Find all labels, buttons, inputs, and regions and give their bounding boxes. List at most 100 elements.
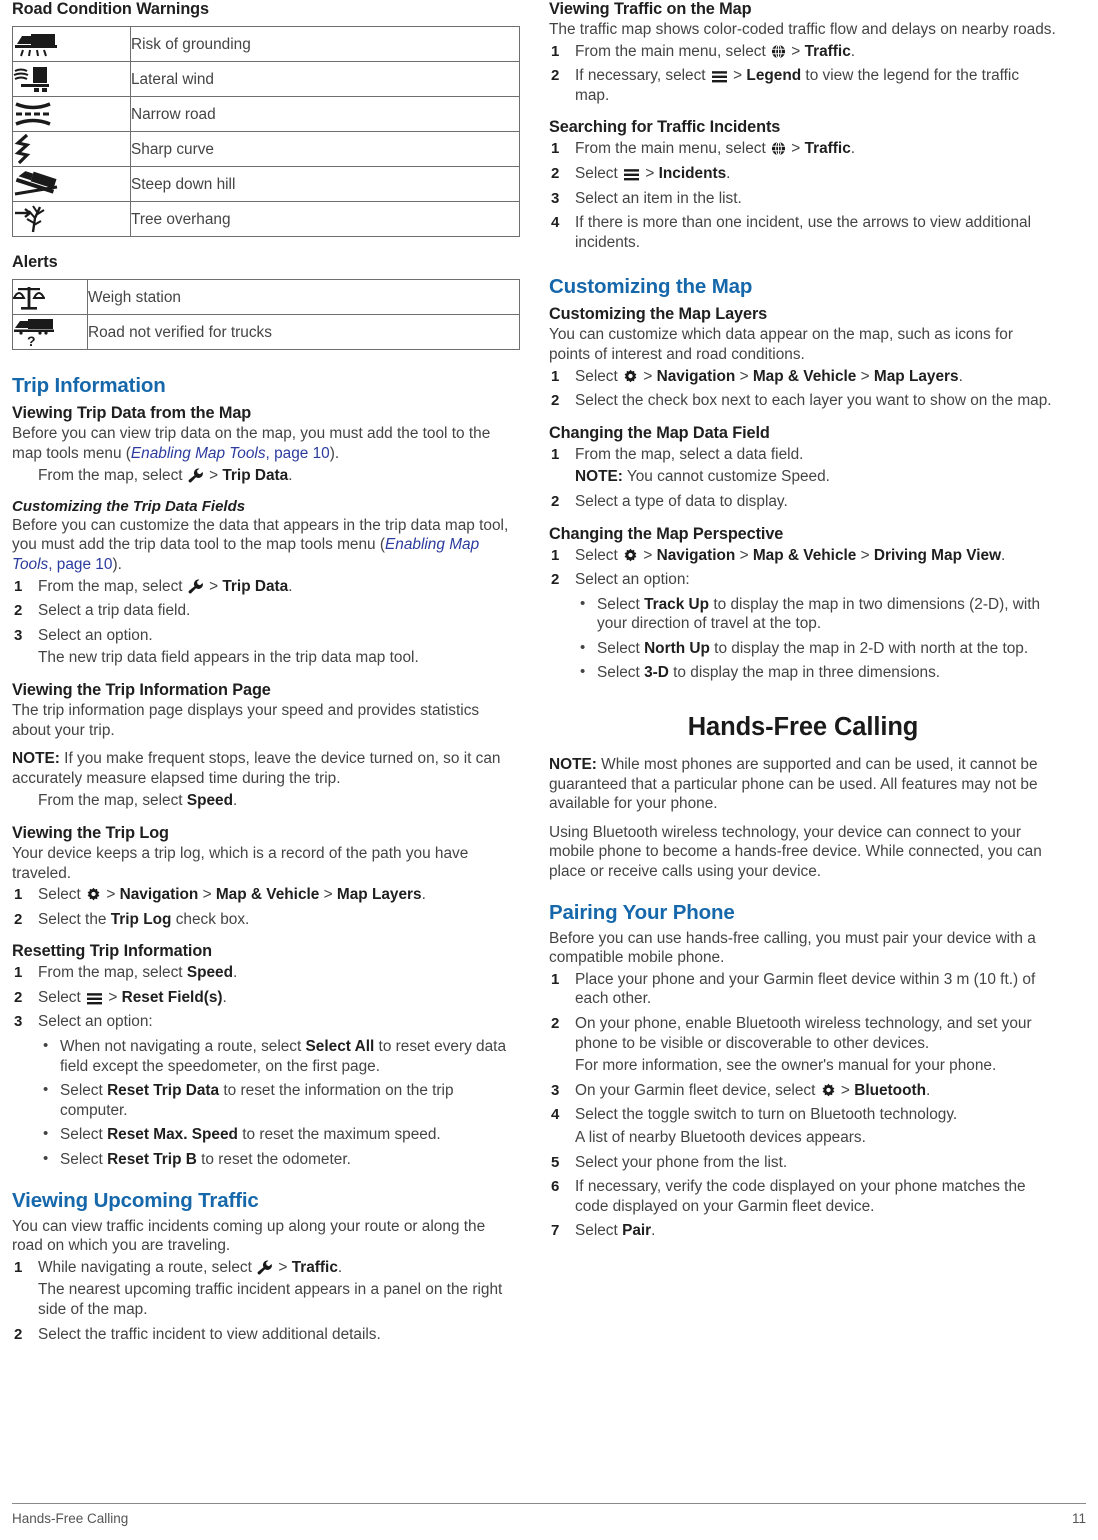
list-item: 2 On your phone, enable Bluetooth wireles… — [549, 1014, 1057, 1076]
steps-resetting-trip-information: 1 From the map, select Speed. 2 Select > R… — [12, 963, 520, 1169]
steps-changing-map-perspective: 1 Select > Navigation > Map & Vehicle > D… — [549, 546, 1057, 684]
text: ). — [112, 555, 122, 573]
table-row: Weigh station — [12, 279, 520, 315]
heading-viewing-upcoming-traffic: Viewing Upcoming Traffic — [12, 1188, 259, 1212]
text: . — [1001, 546, 1006, 564]
note-hands-free-calling: NOTE: While most phones are supported an… — [549, 755, 1057, 814]
menu-item-label: Track Up — [644, 595, 710, 613]
menu-item-label: Map & Vehicle — [215, 886, 320, 904]
note-label: NOTE: — [12, 750, 60, 768]
wrench-icon — [188, 468, 204, 483]
hamburger-icon — [711, 70, 728, 83]
note-label: NOTE: — [575, 468, 623, 486]
action-viewing-trip-data: From the map, select > Trip Data. — [38, 466, 520, 486]
manual-page: Road Condition Warnings Risk of groundin… — [0, 0, 1098, 1540]
menu-item-label: Reset Field(s) — [121, 988, 223, 1006]
text: > — [198, 886, 216, 904]
text: > — [836, 1081, 855, 1099]
heading-viewing-traffic-on-map: Viewing Traffic on the Map — [549, 0, 752, 18]
text: From the map, select — [38, 792, 187, 810]
table-row: Narrow road — [12, 96, 520, 132]
list-item: 1 Select > Navigation > Map & Vehicle > M… — [12, 885, 520, 905]
text: . — [726, 164, 731, 182]
text: > — [735, 367, 753, 385]
text: If necessary, select — [575, 67, 710, 85]
footer-page-number: 11 — [1071, 1511, 1086, 1526]
step-number: 1 — [551, 546, 560, 564]
bullet-dot: • — [43, 1037, 49, 1055]
heading-viewing-trip-information-page: Viewing the Trip Information Page — [12, 680, 271, 699]
step-number: 5 — [551, 1153, 560, 1171]
text: From the map, select — [38, 467, 187, 485]
text: From the map, select a data field. — [575, 445, 804, 463]
list-item: 1 From the main menu, select > Traffic. — [549, 139, 1057, 159]
road-condition-warnings-table: Risk of grounding Lateral wind Narrow ro… — [12, 26, 520, 237]
menu-item-label: Driving Map View — [873, 546, 1002, 564]
text: Select an option: — [38, 1013, 153, 1031]
cross-reference-page[interactable]: page 10 — [57, 556, 113, 573]
list-item: 1 From the map, select > Trip Data. — [12, 577, 520, 597]
list-item: 1 While navigating a route, select > Traf… — [12, 1258, 520, 1320]
step-number: 2 — [14, 1325, 23, 1343]
note-label: NOTE: — [549, 756, 597, 774]
gear-icon — [623, 369, 638, 384]
list-item: 1 From the map, select a data field. NOTE… — [549, 445, 1057, 487]
list-item: 2 Select the check box next to each layer… — [549, 391, 1057, 411]
steps-customizing-map-layers: 1 Select > Navigation > Map & Vehicle > M… — [549, 367, 1057, 411]
step-number: 2 — [14, 602, 23, 620]
text: . — [926, 1081, 931, 1099]
list-item: 2 Select a trip data field. — [12, 601, 520, 621]
table-cell-label: Risk of grounding — [130, 26, 520, 62]
list-item: 4 Select the toggle switch to turn on Blu… — [549, 1105, 1057, 1147]
text: > — [639, 367, 657, 385]
paragraph-trip-info-page: The trip information page displays your … — [12, 701, 480, 739]
text: You cannot customize Speed. — [622, 468, 830, 486]
footer-section-name: Hands-Free Calling — [12, 1511, 129, 1526]
text: to reset the odometer. — [196, 1151, 351, 1169]
table-row: Tree overhang — [12, 201, 520, 237]
text: > — [641, 164, 659, 182]
text: to reset the maximum speed. — [237, 1126, 441, 1144]
text: > — [204, 467, 223, 485]
bullets-map-perspective-options: • Select Track Up to display the map in t… — [575, 595, 1057, 683]
action-trip-info-page: From the map, select Speed. — [38, 791, 520, 811]
bullet-dot: • — [43, 1150, 49, 1168]
text: . — [850, 140, 856, 158]
result-upcoming-traffic: The nearest upcoming traffic incident ap… — [38, 1281, 503, 1318]
apps-globe-icon — [771, 141, 786, 156]
list-item: • Select Reset Max. Speed to reset the ma… — [38, 1125, 520, 1145]
menu-item-label: Reset Trip B — [107, 1151, 197, 1169]
list-item: • Select Track Up to display the map in t… — [575, 595, 1057, 634]
list-item: 1 Select > Navigation > Map & Vehicle > D… — [549, 546, 1057, 566]
cross-reference-link[interactable]: Enabling Map Tools — [131, 445, 266, 462]
gear-icon — [623, 548, 638, 563]
paragraph-pairing-your-phone: Before you can use hands-free calling, y… — [549, 929, 1036, 967]
text: . — [233, 964, 238, 982]
text: . — [288, 577, 293, 595]
cross-reference-page[interactable]: page 10 — [274, 445, 330, 462]
text: > — [639, 546, 657, 564]
menu-item-label: Map Layers — [873, 367, 959, 385]
text: check box. — [171, 910, 250, 928]
step-number: 2 — [14, 910, 23, 928]
heading-trip-information: Trip Information — [12, 374, 166, 397]
text: Select — [597, 664, 645, 682]
text: Select a trip data field. — [38, 602, 191, 620]
step-number: 1 — [551, 970, 560, 988]
list-item: 2 Select the Trip Log check box. — [12, 910, 520, 930]
text: . — [288, 467, 293, 485]
apps-globe-icon — [771, 44, 786, 59]
text: Select a type of data to display. — [575, 492, 788, 510]
text: When not navigating a route, select — [60, 1038, 306, 1056]
heading-changing-map-data-field: Changing the Map Data Field — [549, 423, 770, 442]
menu-item-label: Speed — [186, 964, 234, 982]
heading-pairing-your-phone: Pairing Your Phone — [549, 900, 735, 924]
road-not-verified-icon: ? — [12, 314, 88, 350]
text: . — [233, 792, 238, 810]
heading-customizing-the-map: Customizing the Map — [549, 275, 753, 299]
text: , — [265, 444, 275, 462]
list-item: 3 Select an option: • When not navigating … — [12, 1012, 520, 1169]
table-cell-label: Tree overhang — [130, 201, 520, 237]
text: Select your phone from the list. — [575, 1153, 788, 1171]
wrench-icon — [188, 579, 204, 594]
